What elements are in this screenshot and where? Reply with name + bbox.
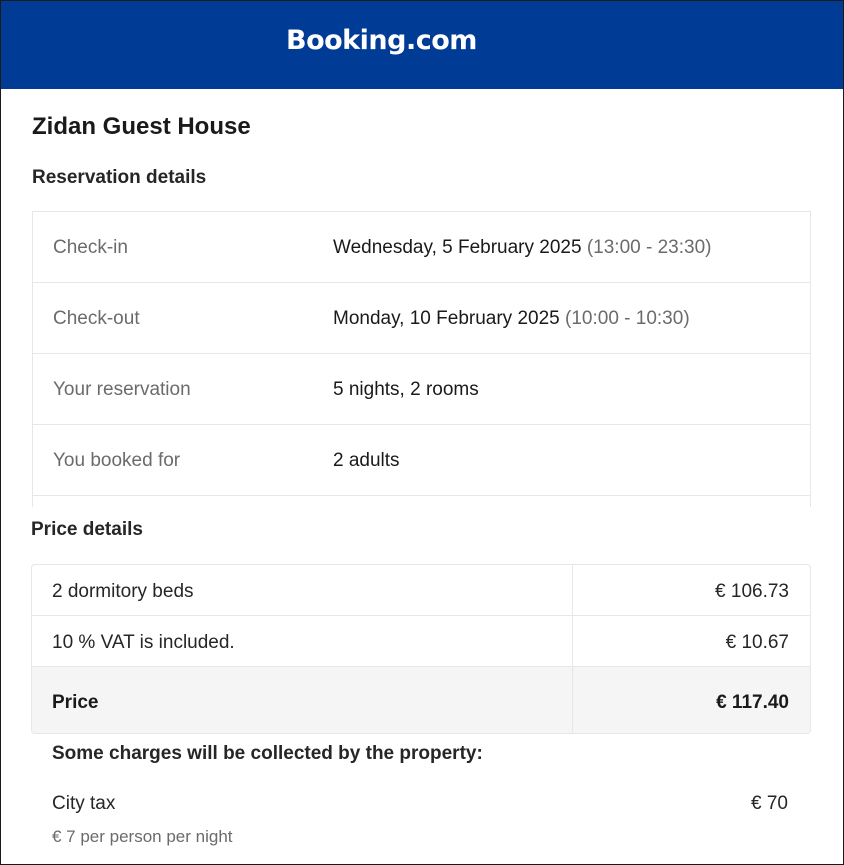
hotel-name: Zidan Guest House	[32, 113, 251, 140]
city-tax-value: € 70	[751, 793, 788, 814]
price-row-vat: 10 % VAT is included. € 10.67	[32, 616, 810, 667]
property-charges-heading: Some charges will be collected by the pr…	[52, 743, 483, 764]
vat-label: 10 % VAT is included.	[52, 632, 235, 653]
reservation-row-your-reservation: Your reservation 5 nights, 2 rooms	[33, 354, 810, 425]
check-out-date: Monday, 10 February 2025	[333, 308, 560, 329]
check-out-label: Check-out	[53, 308, 140, 329]
reservation-details-heading: Reservation details	[32, 167, 207, 188]
header-bar: Booking.com	[1, 1, 843, 89]
column-divider	[572, 667, 573, 733]
price-details-heading: Price details	[31, 519, 143, 540]
booking-confirmation-page: Booking.com Zidan Guest House Reservatio…	[0, 0, 844, 865]
price-item-value: € 106.73	[715, 581, 789, 602]
price-row-dormitory-beds: 2 dormitory beds € 106.73	[32, 565, 810, 616]
booked-for-value: 2 adults	[333, 450, 400, 471]
price-row-total: Price € 117.40	[32, 667, 810, 733]
column-divider	[572, 565, 573, 615]
your-reservation-label: Your reservation	[53, 379, 191, 400]
city-tax-note: € 7 per person per night	[52, 827, 233, 846]
reservation-row-check-in: Check-in Wednesday, 5 February 2025 (13:…	[33, 212, 810, 283]
column-divider	[572, 616, 573, 666]
city-tax-label: City tax	[52, 793, 116, 814]
your-reservation-value: 5 nights, 2 rooms	[333, 379, 479, 400]
booked-for-label: You booked for	[53, 450, 181, 471]
brand-logo[interactable]: Booking.com	[286, 25, 477, 56]
check-out-value: Monday, 10 February 2025 (10:00 - 10:30)	[333, 308, 690, 330]
check-in-label: Check-in	[53, 237, 128, 258]
total-price-label: Price	[52, 692, 99, 713]
reservation-row-check-out: Check-out Monday, 10 February 2025 (10:0…	[33, 283, 810, 354]
price-details-table: 2 dormitory beds € 106.73 10 % VAT is in…	[31, 564, 811, 734]
price-item-label: 2 dormitory beds	[52, 581, 194, 602]
check-out-time: (10:00 - 10:30)	[565, 308, 690, 329]
reservation-details-table: Check-in Wednesday, 5 February 2025 (13:…	[32, 211, 811, 507]
check-in-time: (13:00 - 23:30)	[586, 237, 712, 258]
reservation-row-partial	[33, 496, 810, 507]
check-in-date: Wednesday, 5 February 2025	[333, 237, 582, 258]
reservation-row-booked-for: You booked for 2 adults	[33, 425, 810, 496]
check-in-value: Wednesday, 5 February 2025 (13:00 - 23:3…	[333, 237, 711, 259]
total-price-value: € 117.40	[716, 692, 789, 713]
vat-value: € 10.67	[725, 632, 789, 653]
